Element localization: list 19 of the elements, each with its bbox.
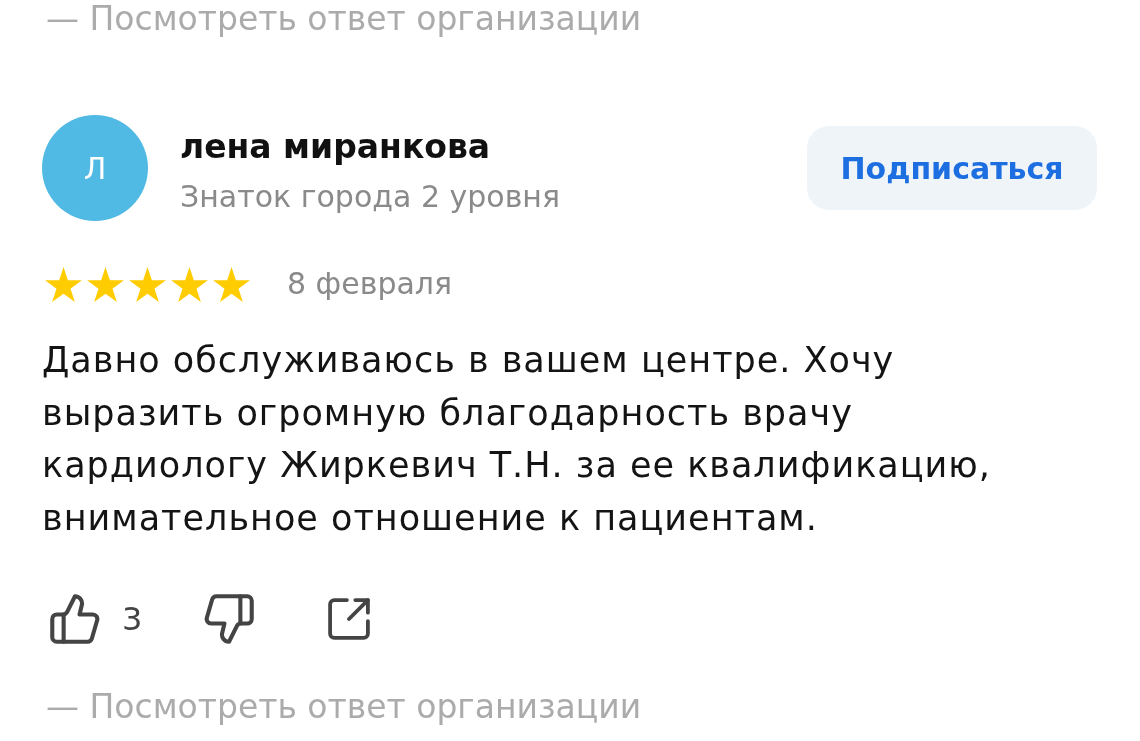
avatar: Л xyxy=(42,115,148,221)
thumbs-down-icon xyxy=(204,594,255,644)
thumbs-up-icon xyxy=(50,594,100,644)
subscribe-button[interactable]: Подписаться xyxy=(807,126,1097,210)
star-icon xyxy=(129,266,166,302)
share-icon xyxy=(328,598,371,640)
share-button[interactable] xyxy=(328,598,371,640)
star-icon xyxy=(87,266,124,302)
star-icon xyxy=(171,266,208,302)
answer-link[interactable]: — Посмотреть ответ организации xyxy=(46,0,642,38)
star-icon xyxy=(45,266,82,302)
review-date: 8 февраля xyxy=(287,265,453,303)
author-status: Знаток города 2 уровня xyxy=(180,178,560,216)
answer-link[interactable]: — Посмотреть ответ организации xyxy=(46,688,642,726)
like-button[interactable]: 3 xyxy=(50,594,143,644)
star-icon xyxy=(213,266,250,302)
dislike-button[interactable] xyxy=(204,594,255,644)
review-text: Давно обслуживаюсь в вашем центре. Хочу выразить огромную благодарность врачу кардиологу Жиркевич Т.Н. за ее квалификацию, внимательное отношение к пациентам. xyxy=(42,339,992,540)
author-name: лена миранкова xyxy=(180,127,491,167)
